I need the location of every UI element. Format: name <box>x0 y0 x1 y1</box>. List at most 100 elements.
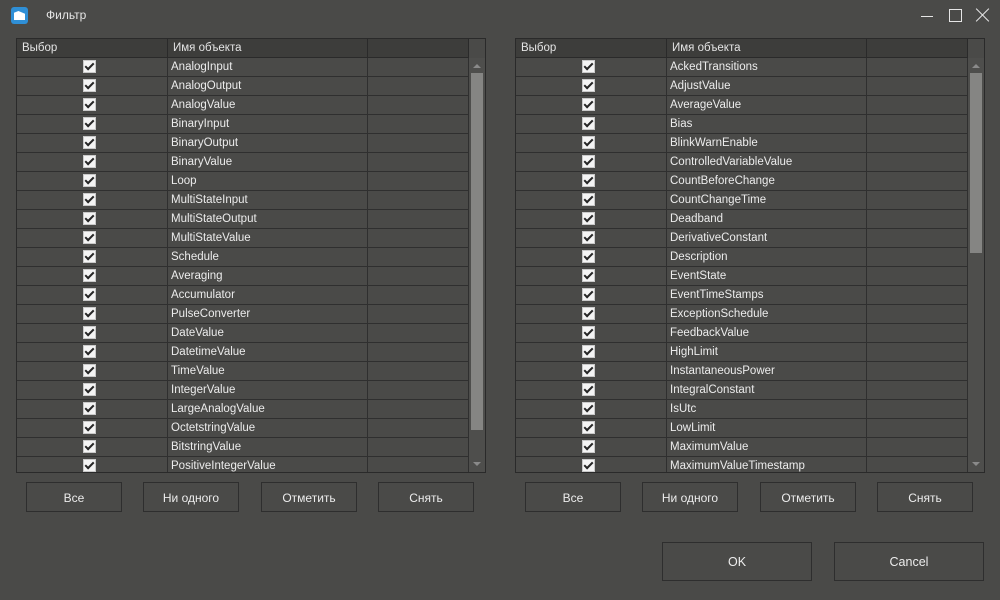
row-checkbox[interactable] <box>83 402 96 415</box>
row-checkbox[interactable] <box>582 193 595 206</box>
row-checkbox[interactable] <box>83 155 96 168</box>
row-checkbox[interactable] <box>582 155 595 168</box>
left-select-none-button[interactable]: Ни одного <box>143 482 239 512</box>
right-select-all-button[interactable]: Все <box>525 482 621 512</box>
table-row[interactable]: Accumulator <box>17 286 469 305</box>
row-checkbox[interactable] <box>582 421 595 434</box>
row-checkbox[interactable] <box>582 326 595 339</box>
row-checkbox[interactable] <box>83 345 96 358</box>
table-row[interactable]: InstantaneousPower <box>516 362 968 381</box>
row-checkbox[interactable] <box>582 231 595 244</box>
row-checkbox[interactable] <box>83 117 96 130</box>
ok-button[interactable]: OK <box>662 542 812 581</box>
table-row[interactable]: BitstringValue <box>17 438 469 457</box>
row-checkbox[interactable] <box>582 459 595 472</box>
scrollbar-thumb[interactable] <box>471 73 483 431</box>
row-checkbox[interactable] <box>83 364 96 377</box>
row-checkbox[interactable] <box>582 98 595 111</box>
row-checkbox[interactable] <box>582 60 595 73</box>
table-row[interactable]: AverageValue <box>516 96 968 115</box>
right-select-none-button[interactable]: Ни одного <box>642 482 738 512</box>
row-checkbox[interactable] <box>582 136 595 149</box>
column-header-select[interactable]: Выбор <box>17 39 168 57</box>
vertical-scrollbar[interactable] <box>469 58 485 472</box>
table-row[interactable]: MaximumValueTimestamp <box>516 457 968 472</box>
column-header-empty[interactable] <box>867 39 968 57</box>
table-row[interactable]: CountBeforeChange <box>516 172 968 191</box>
table-row[interactable]: HighLimit <box>516 343 968 362</box>
table-row[interactable]: IsUtc <box>516 400 968 419</box>
table-row[interactable]: BinaryInput <box>17 115 469 134</box>
row-checkbox[interactable] <box>83 421 96 434</box>
row-checkbox[interactable] <box>83 383 96 396</box>
table-row[interactable]: Schedule <box>17 248 469 267</box>
close-button[interactable] <box>968 0 998 30</box>
left-uncheck-button[interactable]: Снять <box>378 482 474 512</box>
right-uncheck-button[interactable]: Снять <box>877 482 973 512</box>
row-checkbox[interactable] <box>582 269 595 282</box>
row-checkbox[interactable] <box>83 288 96 301</box>
row-checkbox[interactable] <box>83 326 96 339</box>
table-row[interactable]: DerivativeConstant <box>516 229 968 248</box>
row-checkbox[interactable] <box>582 364 595 377</box>
properties-grid[interactable]: Выбор Имя объекта AckedTransitions Adjust… <box>515 38 985 473</box>
table-row[interactable]: AnalogOutput <box>17 77 469 96</box>
row-checkbox[interactable] <box>582 383 595 396</box>
row-checkbox[interactable] <box>83 79 96 92</box>
table-row[interactable]: AckedTransitions <box>516 58 968 77</box>
row-checkbox[interactable] <box>83 98 96 111</box>
scrollbar-thumb[interactable] <box>970 73 982 254</box>
row-checkbox[interactable] <box>83 193 96 206</box>
table-row[interactable]: PositiveIntegerValue <box>17 457 469 472</box>
column-header-object-name[interactable]: Имя объекта <box>168 39 368 57</box>
row-checkbox[interactable] <box>582 288 595 301</box>
table-row[interactable]: LargeAnalogValue <box>17 400 469 419</box>
table-row[interactable]: MultiStateOutput <box>17 210 469 229</box>
row-checkbox[interactable] <box>83 269 96 282</box>
row-checkbox[interactable] <box>83 459 96 472</box>
row-checkbox[interactable] <box>582 345 595 358</box>
table-row[interactable]: ControlledVariableValue <box>516 153 968 172</box>
table-row[interactable]: ExceptionSchedule <box>516 305 968 324</box>
table-row[interactable]: Averaging <box>17 267 469 286</box>
table-row[interactable]: AnalogInput <box>17 58 469 77</box>
scroll-down-icon[interactable] <box>972 462 980 466</box>
column-header-object-name[interactable]: Имя объекта <box>667 39 867 57</box>
table-row[interactable]: Loop <box>17 172 469 191</box>
table-row[interactable]: AdjustValue <box>516 77 968 96</box>
table-row[interactable]: AnalogValue <box>17 96 469 115</box>
row-checkbox[interactable] <box>83 440 96 453</box>
row-checkbox[interactable] <box>582 402 595 415</box>
table-row[interactable]: TimeValue <box>17 362 469 381</box>
object-types-grid[interactable]: Выбор Имя объекта AnalogInput AnalogOutpu… <box>16 38 486 473</box>
table-row[interactable]: LowLimit <box>516 419 968 438</box>
row-checkbox[interactable] <box>83 174 96 187</box>
table-row[interactable]: DatetimeValue <box>17 343 469 362</box>
table-row[interactable]: PulseConverter <box>17 305 469 324</box>
row-checkbox[interactable] <box>582 440 595 453</box>
row-checkbox[interactable] <box>83 136 96 149</box>
row-checkbox[interactable] <box>83 231 96 244</box>
row-checkbox[interactable] <box>582 79 595 92</box>
column-header-empty[interactable] <box>368 39 469 57</box>
scroll-up-icon[interactable] <box>972 64 980 68</box>
table-row[interactable]: OctetstringValue <box>17 419 469 438</box>
row-checkbox[interactable] <box>582 307 595 320</box>
table-row[interactable]: EventState <box>516 267 968 286</box>
row-checkbox[interactable] <box>582 250 595 263</box>
row-checkbox[interactable] <box>83 60 96 73</box>
scroll-down-icon[interactable] <box>473 462 481 466</box>
row-checkbox[interactable] <box>83 212 96 225</box>
table-row[interactable]: Deadband <box>516 210 968 229</box>
table-row[interactable]: EventTimeStamps <box>516 286 968 305</box>
row-checkbox[interactable] <box>83 307 96 320</box>
row-checkbox[interactable] <box>83 250 96 263</box>
table-row[interactable]: BinaryValue <box>17 153 469 172</box>
row-checkbox[interactable] <box>582 174 595 187</box>
minimize-button[interactable] <box>912 0 942 30</box>
table-row[interactable]: MaximumValue <box>516 438 968 457</box>
table-row[interactable]: BlinkWarnEnable <box>516 134 968 153</box>
table-row[interactable]: CountChangeTime <box>516 191 968 210</box>
scroll-up-icon[interactable] <box>473 64 481 68</box>
table-row[interactable]: FeedbackValue <box>516 324 968 343</box>
